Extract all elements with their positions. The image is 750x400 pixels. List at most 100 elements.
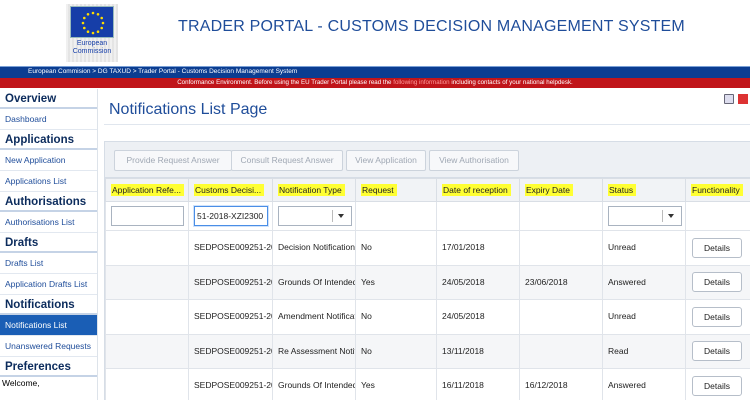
sidebar-item-notifications-list[interactable]: Notifications List	[0, 315, 97, 336]
cell-request: No	[355, 333, 437, 369]
sidebar-item-dashboard[interactable]: Dashboard	[0, 109, 97, 130]
cell-application-reference	[105, 299, 189, 335]
sidebar-nav: Overview Dashboard Applications New Appl…	[0, 89, 98, 400]
column-header-date-of-reception[interactable]: Date of reception	[436, 178, 520, 202]
cell-status: Unread	[602, 299, 686, 335]
column-header-expiry-date[interactable]: Expiry Date	[519, 178, 603, 202]
table-row[interactable]: SEDPOSE009251-2018-XZI2300 Decision Noti…	[105, 230, 750, 266]
column-label: Functionality	[691, 184, 743, 196]
functionality-filter-cell	[685, 201, 750, 231]
table-row[interactable]: SEDPOSE009251-2018-XZI2300 Re Assessment…	[105, 333, 750, 369]
table-header-row: Application Refe... Customs Decisi... No…	[105, 178, 750, 202]
select-divider	[332, 210, 333, 222]
cell-request: Yes	[355, 368, 437, 400]
page-utilities	[724, 94, 750, 106]
status-filter-select[interactable]	[608, 206, 682, 226]
portal-title: TRADER PORTAL - CUSTOMS DECISION MANAGEM…	[178, 18, 685, 35]
details-button[interactable]: Details	[692, 341, 742, 362]
cell-application-reference	[105, 368, 189, 400]
eu-flag-icon	[70, 6, 114, 38]
column-label: Date of reception	[442, 184, 511, 196]
cell-expiry-date	[519, 333, 603, 369]
table-row[interactable]: SEDPOSE009251-2018-XZI2300 Grounds Of In…	[105, 264, 750, 300]
column-label: Request	[361, 184, 397, 196]
cell-date-of-reception: 24/05/2018	[436, 299, 520, 335]
customs-decision-filter-input[interactable]: 51-2018-XZI2300	[194, 206, 268, 226]
breadcrumb-bar: European Commision > DG TAXUD > Trader P…	[0, 66, 750, 78]
table-row[interactable]: SEDPOSE009251-2018-XZI2300 Grounds Of In…	[105, 368, 750, 400]
pdf-icon[interactable]	[738, 94, 748, 104]
date-filter-cell	[436, 201, 520, 231]
cell-status: Answered	[602, 264, 686, 300]
cell-date-of-reception: 24/05/2018	[436, 264, 520, 300]
expiry-filter-cell	[519, 201, 603, 231]
column-header-customs-decision[interactable]: Customs Decisi...	[188, 178, 273, 202]
cell-application-reference	[105, 333, 189, 369]
provide-request-answer-button[interactable]: Provide Request Answer	[114, 150, 232, 171]
sidebar-item-new-application[interactable]: New Application	[0, 150, 97, 171]
consult-request-answer-button[interactable]: Consult Request Answer	[231, 150, 343, 171]
cell-date-of-reception: 13/11/2018	[436, 333, 520, 369]
cell-functionality: Details	[685, 230, 750, 266]
cell-customs-decision: SEDPOSE009251-2018-XZI2300	[188, 333, 273, 369]
title-divider	[104, 124, 750, 125]
cell-notification-type: Amendment Notification	[272, 299, 356, 335]
site-header: European Commission TRADER PORTAL - CUST…	[0, 0, 750, 66]
column-label: Notification Type	[278, 184, 345, 196]
notifications-panel: Provide Request Answer Consult Request A…	[104, 141, 750, 400]
page-title: Notifications List Page	[109, 101, 268, 118]
cell-functionality: Details	[685, 333, 750, 369]
cell-notification-type: Decision Notification	[272, 230, 356, 266]
cell-date-of-reception: 17/01/2018	[436, 230, 520, 266]
cell-expiry-date: 23/06/2018	[519, 264, 603, 300]
details-button[interactable]: Details	[692, 272, 742, 293]
sidebar-section-notifications: Notifications	[0, 295, 97, 315]
column-label: Customs Decisi...	[194, 184, 265, 196]
cell-expiry-date: 16/12/2018	[519, 368, 603, 400]
cell-request: No	[355, 299, 437, 335]
banner-info-link[interactable]: following information	[393, 79, 449, 86]
column-header-request[interactable]: Request	[355, 178, 437, 202]
sidebar-item-unanswered-requests[interactable]: Unanswered Requests	[0, 336, 97, 357]
breadcrumb[interactable]: European Commision > DG TAXUD > Trader P…	[28, 68, 297, 75]
column-header-functionality: Functionality	[685, 178, 750, 202]
cell-request: Yes	[355, 264, 437, 300]
sidebar-section-preferences: Preferences	[0, 357, 97, 377]
view-application-button[interactable]: View Application	[346, 150, 426, 171]
cell-customs-decision: SEDPOSE009251-2018-XZI2300	[188, 368, 273, 400]
cell-request: No	[355, 230, 437, 266]
column-header-notification-type[interactable]: Notification Type	[272, 178, 356, 202]
details-button[interactable]: Details	[692, 375, 742, 396]
cell-customs-decision: SEDPOSE009251-2018-XZI2300	[188, 230, 273, 266]
print-icon[interactable]	[724, 94, 734, 104]
column-header-application-reference[interactable]: Application Refe...	[105, 178, 189, 202]
details-button[interactable]: Details	[692, 306, 742, 327]
column-label: Expiry Date	[525, 184, 573, 196]
application-reference-filter-input[interactable]	[111, 206, 184, 226]
banner-suffix: including contacts of your national help…	[449, 79, 573, 86]
sidebar-item-applications-list[interactable]: Applications List	[0, 171, 97, 192]
welcome-text: Welcome,	[2, 378, 40, 388]
notifications-table: Application Refe... Customs Decisi... No…	[105, 178, 750, 400]
filter-row: 51-2018-XZI2300	[105, 201, 750, 231]
column-label: Status	[608, 184, 637, 196]
notification-type-filter-select[interactable]	[278, 206, 352, 226]
cell-functionality: Details	[685, 264, 750, 300]
cell-notification-type: Grounds Of Intended Decision	[272, 368, 356, 400]
cell-date-of-reception: 16/11/2018	[436, 368, 520, 400]
view-authorisation-button[interactable]: View Authorisation	[429, 150, 519, 171]
european-commission-logo[interactable]: European Commission	[66, 4, 118, 62]
logo-caption: European Commission	[72, 40, 112, 55]
table-row[interactable]: SEDPOSE009251-2018-XZI2300 Amendment Not…	[105, 299, 750, 335]
cell-functionality: Details	[685, 368, 750, 400]
cell-application-reference	[105, 264, 189, 300]
sidebar-item-drafts-list[interactable]: Drafts List	[0, 253, 97, 274]
column-header-status[interactable]: Status	[602, 178, 686, 202]
action-toolbar: Provide Request Answer Consult Request A…	[105, 142, 750, 178]
sidebar-section-drafts: Drafts	[0, 233, 97, 253]
details-button[interactable]: Details	[692, 237, 742, 258]
sidebar-item-authorisations-list[interactable]: Authorisations List	[0, 212, 97, 233]
sidebar-item-application-drafts-list[interactable]: Application Drafts List	[0, 274, 97, 295]
cell-status: Answered	[602, 368, 686, 400]
sidebar-section-applications: Applications	[0, 130, 97, 150]
